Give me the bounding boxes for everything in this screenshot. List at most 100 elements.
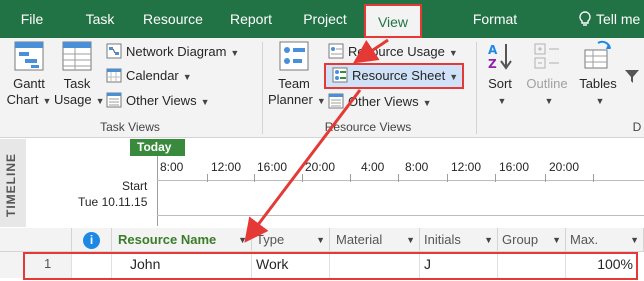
tick-mark — [495, 174, 496, 182]
resource-sheet-grid: i Resource Name ▼ Type ▼ Material ▼ Initial… — [0, 228, 644, 281]
column-header-resource-name[interactable]: Resource Name ▼ — [112, 228, 252, 252]
chevron-down-icon: ▼ — [182, 72, 192, 82]
timeline-start-date: Tue 10.11.15 — [78, 195, 148, 209]
tick-mark — [545, 174, 546, 182]
tables-icon — [584, 40, 611, 69]
resource-sheet-label: Resource Sheet — [352, 68, 446, 83]
tick-mark — [593, 174, 594, 182]
row-highlight-box — [23, 252, 638, 280]
chevron-down-icon[interactable]: ▼ — [484, 228, 493, 251]
sort-az-icon: AZ — [488, 43, 512, 71]
tab-project[interactable]: Project — [291, 0, 359, 38]
chevron-down-icon: ▼ — [422, 98, 432, 108]
task-other-views-label: Other Views — [126, 93, 197, 108]
tick-mark — [207, 174, 208, 182]
chevron-down-icon[interactable]: ▼ — [238, 228, 247, 251]
resource-usage-icon — [328, 43, 344, 59]
resource-other-views-label: Other Views — [348, 94, 419, 109]
chevron-down-icon: ▼ — [200, 97, 210, 107]
task-usage-label-2: Usage — [54, 92, 92, 107]
outline-icon — [534, 43, 559, 69]
sort-button[interactable]: AZ Sort ▼ — [480, 40, 520, 109]
tab-task[interactable]: Task — [73, 0, 127, 38]
network-diagram-label: Network Diagram — [126, 44, 227, 59]
task-usage-button[interactable]: Task Usage ▼ — [54, 40, 105, 109]
team-planner-label-2: Planner — [268, 92, 313, 107]
column-header-initials[interactable]: Initials ▼ — [420, 228, 498, 252]
outline-button[interactable]: Outline ▼ — [522, 40, 572, 109]
tab-report[interactable]: Report — [219, 0, 283, 38]
tell-me-label: Tell me — [596, 11, 641, 27]
calendar-icon — [106, 68, 122, 83]
gantt-chart-label-1: Gantt — [13, 76, 45, 91]
chevron-down-icon: ▼ — [316, 96, 326, 106]
timeline-tick: 8:00 — [160, 160, 184, 174]
task-usage-icon — [62, 41, 92, 71]
chevron-down-icon[interactable]: ▼ — [630, 228, 639, 251]
chevron-down-icon: ▼ — [595, 96, 605, 106]
calendar-label: Calendar — [126, 68, 179, 83]
task-other-views-button[interactable]: Other Views ▼ — [106, 91, 210, 111]
column-header-type[interactable]: Type ▼ — [252, 228, 330, 252]
network-diagram-button[interactable]: Network Diagram ▼ — [106, 42, 239, 62]
timeline-bar — [157, 215, 644, 216]
column-header-label: Initials — [424, 232, 461, 247]
timeline-tick: 8:00 — [405, 160, 429, 174]
tab-resource[interactable]: Resource — [134, 0, 212, 38]
gantt-chart-button[interactable]: Gantt Chart ▼ — [4, 40, 54, 109]
tables-button[interactable]: Tables ▼ — [574, 40, 622, 109]
today-marker: Today — [130, 139, 185, 156]
group-divider — [262, 42, 263, 134]
tab-format[interactable]: Format — [458, 0, 532, 38]
resource-views-group-label: Resource Views — [324, 120, 412, 134]
resource-other-views-button[interactable]: Other Views ▼ — [328, 92, 432, 112]
calendar-button[interactable]: Calendar ▼ — [106, 66, 192, 86]
tab-file[interactable]: File — [8, 0, 56, 38]
timeline-tick: 20:00 — [549, 160, 580, 174]
chevron-down-icon[interactable]: ▼ — [406, 228, 415, 251]
timeline-side-bar: TIMELINE — [0, 139, 26, 227]
tab-view[interactable]: View — [364, 4, 422, 38]
indicators-header[interactable]: i — [72, 228, 112, 252]
timeline-label: TIMELINE — [4, 153, 18, 217]
column-header-label: Group — [502, 232, 539, 247]
other-views-icon — [106, 92, 122, 108]
svg-text:A: A — [488, 43, 498, 57]
ribbon: Gantt Chart ▼ Task Usage ▼ Network Diagram… — [0, 38, 644, 138]
chevron-down-icon: ▼ — [95, 96, 105, 106]
team-planner-button[interactable]: Team Planner ▼ — [268, 40, 326, 109]
tick-mark — [302, 174, 303, 182]
task-usage-label-1: Task — [63, 76, 91, 91]
column-header-label: Type — [256, 232, 285, 247]
column-header-label: Material — [336, 232, 383, 247]
tick-mark — [254, 174, 255, 182]
chevron-down-icon[interactable]: ▼ — [552, 228, 561, 251]
chevron-down-icon: ▼ — [449, 72, 459, 82]
filter-icon[interactable] — [624, 68, 640, 87]
tick-mark — [350, 174, 351, 182]
team-planner-icon — [279, 41, 309, 71]
timeline-tick: 20:00 — [305, 160, 336, 174]
column-header-group[interactable]: Group ▼ — [498, 228, 566, 252]
chevron-down-icon: ▼ — [448, 48, 458, 58]
chevron-down-icon: ▼ — [42, 96, 52, 106]
chevron-down-icon[interactable]: ▼ — [316, 228, 325, 251]
select-all-cell[interactable] — [0, 228, 72, 252]
chevron-down-icon: ▼ — [497, 96, 507, 106]
resource-usage-button[interactable]: Resource Usage ▼ — [328, 42, 458, 62]
svg-text:Z: Z — [488, 57, 497, 71]
column-header-max[interactable]: Max. ▼ — [566, 228, 644, 252]
info-icon: i — [83, 232, 100, 249]
tell-me-box[interactable]: Tell me — [578, 0, 640, 38]
lightbulb-icon — [579, 11, 591, 26]
column-header-material[interactable]: Material ▼ — [330, 228, 420, 252]
column-header-label: Resource Name — [118, 232, 217, 247]
sort-label: Sort — [488, 76, 512, 91]
task-views-group-label: Task Views — [100, 120, 160, 134]
network-diagram-icon — [106, 43, 122, 59]
gantt-chart-label-2: Chart — [6, 92, 39, 107]
timeline-tick: 16:00 — [499, 160, 530, 174]
chevron-down-icon: ▼ — [544, 96, 554, 106]
tick-mark — [398, 174, 399, 182]
resource-sheet-button[interactable]: Resource Sheet ▼ — [324, 63, 465, 89]
